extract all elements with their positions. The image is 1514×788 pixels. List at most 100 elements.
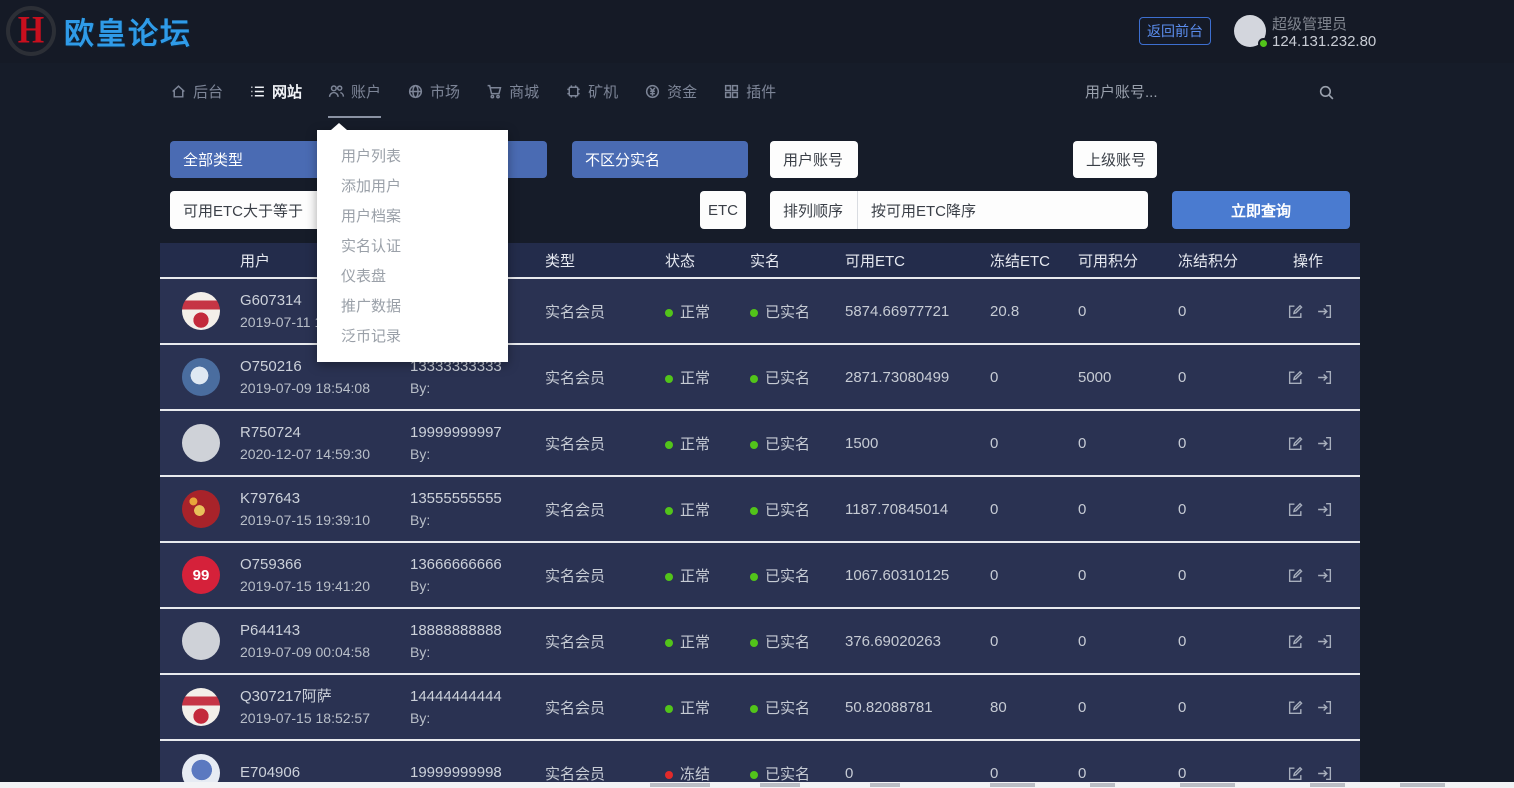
nav-item-mall[interactable]: 商城	[486, 63, 539, 120]
menu-item-realname-auth[interactable]: 实名认证	[317, 232, 508, 262]
user-account-search-input[interactable]	[1085, 84, 1318, 101]
parent-account-input[interactable]: 上级账号	[1073, 141, 1157, 178]
phone: 19999999997	[410, 422, 545, 444]
login-as-icon[interactable]	[1316, 303, 1333, 320]
status-label: 正常	[680, 304, 710, 321]
table-row: E704906 19999999998 实名会员 冻结 已实名 0 0 0 0	[160, 741, 1360, 788]
col-available-etc: 可用ETC	[845, 250, 990, 271]
back-to-front-button[interactable]: 返回前台	[1139, 17, 1211, 45]
realname-dot	[750, 441, 758, 449]
nav-item-market[interactable]: 市场	[407, 63, 460, 120]
user-type: 实名会员	[545, 301, 665, 322]
status-dot	[665, 507, 673, 515]
username: Q307217阿萨	[240, 686, 410, 708]
edit-icon[interactable]	[1287, 765, 1304, 782]
nav-item-plugins[interactable]: 插件	[723, 63, 776, 120]
frozen-etc: 0	[990, 567, 1078, 584]
available-points: 0	[1078, 699, 1178, 716]
menu-item-user-list[interactable]: 用户列表	[317, 142, 508, 172]
available-points: 0	[1078, 765, 1178, 782]
nav-item-website[interactable]: 网站	[249, 63, 302, 120]
status-label: 正常	[680, 568, 710, 585]
col-realname: 实名	[750, 250, 845, 271]
frozen-etc: 0	[990, 435, 1078, 452]
edit-icon[interactable]	[1287, 369, 1304, 386]
realname-dot	[750, 507, 758, 515]
referrer: By:	[410, 510, 545, 530]
login-as-icon[interactable]	[1316, 501, 1333, 518]
login-as-icon[interactable]	[1316, 765, 1333, 782]
nav-item-backend[interactable]: 后台	[170, 63, 223, 120]
realname-filter-select[interactable]: 不区分实名	[572, 141, 748, 178]
available-etc: 50.82088781	[845, 699, 990, 716]
login-as-icon[interactable]	[1316, 369, 1333, 386]
menu-item-add-user[interactable]: 添加用户	[317, 172, 508, 202]
account-input[interactable]: 用户账号	[770, 141, 858, 178]
list-icon	[249, 83, 266, 100]
logo[interactable]: H 欧皇论坛	[6, 6, 192, 56]
edit-icon[interactable]	[1287, 501, 1304, 518]
coin-icon	[644, 83, 661, 100]
edit-icon[interactable]	[1287, 633, 1304, 650]
edit-icon[interactable]	[1287, 567, 1304, 584]
register-date: 2019-07-09 00:04:58	[240, 642, 410, 662]
login-as-icon[interactable]	[1316, 567, 1333, 584]
realname-dot	[750, 375, 758, 383]
realname-dot	[750, 309, 758, 317]
register-date: 2020-12-07 14:59:30	[240, 444, 410, 464]
order-value: 按可用ETC降序	[858, 200, 976, 221]
edit-icon[interactable]	[1287, 699, 1304, 716]
login-as-icon[interactable]	[1316, 633, 1333, 650]
account-dropdown-menu: 用户列表 添加用户 用户档案 实名认证 仪表盘 推广数据 泛币记录	[317, 130, 508, 362]
status-dot	[665, 639, 673, 647]
menu-item-coin-records[interactable]: 泛币记录	[317, 322, 508, 352]
col-ops: 操作	[1285, 250, 1360, 271]
available-etc: 376.69020263	[845, 633, 990, 650]
logo-text: 欧皇论坛	[64, 9, 192, 53]
menu-item-promotion-data[interactable]: 推广数据	[317, 292, 508, 322]
order-label: 排列顺序	[770, 191, 858, 229]
nav-item-miner[interactable]: 矿机	[565, 63, 618, 120]
referrer: By:	[410, 708, 545, 728]
nav-item-funds[interactable]: 资金	[644, 63, 697, 120]
login-as-icon[interactable]	[1316, 435, 1333, 452]
table-row: Q307217阿萨2019-07-15 18:52:57 14444444444…	[160, 675, 1360, 741]
admin-ip: 124.131.232.80	[1272, 33, 1376, 50]
realname-dot	[750, 573, 758, 581]
online-status-dot	[1258, 38, 1269, 49]
frozen-points: 0	[1178, 303, 1285, 320]
admin-avatar[interactable]	[1234, 15, 1266, 47]
available-etc: 2871.73080499	[845, 369, 990, 386]
available-etc: 5874.66977721	[845, 303, 990, 320]
frozen-etc: 0	[990, 369, 1078, 386]
taskbar-strip	[0, 782, 1514, 788]
query-button[interactable]: 立即查询	[1172, 191, 1350, 229]
user-type: 实名会员	[545, 697, 665, 718]
frozen-etc: 0	[990, 633, 1078, 650]
phone: 14444444444	[410, 686, 545, 708]
cart-icon	[486, 83, 503, 100]
edit-icon[interactable]	[1287, 435, 1304, 452]
search-icon[interactable]	[1318, 84, 1335, 101]
table-row: 99 O7593662019-07-15 19:41:20 1366666666…	[160, 543, 1360, 609]
avatar	[182, 490, 220, 528]
col-frozen-points: 冻结积分	[1178, 250, 1285, 271]
order-select[interactable]: 排列顺序 按可用ETC降序	[770, 191, 1148, 229]
username: K797643	[240, 488, 410, 510]
top-header: H 欧皇论坛 返回前台 超级管理员 124.131.232.80	[0, 0, 1514, 63]
admin-page: H 欧皇论坛 返回前台 超级管理员 124.131.232.80 后台 网站 账…	[0, 0, 1514, 788]
referrer: By:	[410, 642, 545, 662]
realname-dot	[750, 639, 758, 647]
chip-icon	[565, 83, 582, 100]
plugin-icon	[723, 83, 740, 100]
edit-icon[interactable]	[1287, 303, 1304, 320]
frozen-points: 0	[1178, 501, 1285, 518]
col-status: 状态	[665, 250, 750, 271]
nav-item-account[interactable]: 账户	[328, 63, 381, 120]
menu-item-dashboard[interactable]: 仪表盘	[317, 262, 508, 292]
menu-item-user-archive[interactable]: 用户档案	[317, 202, 508, 232]
register-date: 2019-07-15 18:52:57	[240, 708, 410, 728]
status-label: 正常	[680, 370, 710, 387]
login-as-icon[interactable]	[1316, 699, 1333, 716]
username: O759366	[240, 554, 410, 576]
